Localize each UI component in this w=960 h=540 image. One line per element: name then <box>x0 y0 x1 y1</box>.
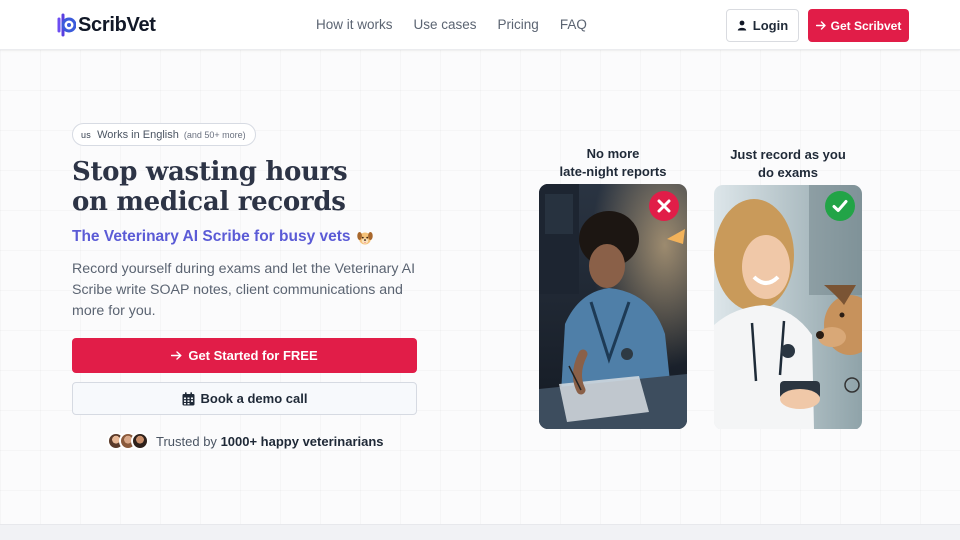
trust-count: 1000+ happy veterinarians <box>220 433 384 449</box>
get-started-free-button[interactable]: Get Started for FREE <box>72 338 417 373</box>
trust-row: Trusted by 1000+ happy veterinarians <box>107 432 384 450</box>
nav-use-cases[interactable]: Use cases <box>414 17 477 32</box>
language-text: Works in English (and 50+ more) <box>97 129 246 141</box>
right-caption-line-1: Just record as you <box>730 147 846 162</box>
calendar-icon <box>182 391 195 405</box>
trust-prefix: Trusted by <box>156 433 217 449</box>
hero-subheadline: The Veterinary AI Scribe for busy vets <box>72 228 373 246</box>
dog-face-icon <box>356 231 373 244</box>
check-icon <box>825 191 855 221</box>
next-section-edge <box>0 524 960 540</box>
left-caption-line-1: No more <box>586 146 640 161</box>
right-caption-line-2: do exams <box>758 165 818 180</box>
happy-vet-photo <box>714 185 862 430</box>
trust-text: Trusted by 1000+ happy veterinarians <box>156 434 384 449</box>
right-card-caption: Just record as you do exams <box>718 146 858 182</box>
hero-description: Record yourself during exams and let the… <box>72 261 416 319</box>
arrow-right-icon <box>815 21 826 30</box>
sound-wave-logo-icon <box>57 13 76 37</box>
nav-pricing[interactable]: Pricing <box>498 17 539 32</box>
book-demo-label: Book a demo call <box>200 391 308 406</box>
left-caption-line-2: late-night reports <box>559 164 667 179</box>
smiling-vet-with-dog-image <box>714 185 862 429</box>
book-demo-button[interactable]: Book a demo call <box>72 382 417 415</box>
headline-line-1: Stop wasting hours <box>72 157 348 187</box>
headline-line-2: on medical records <box>72 187 346 217</box>
main-nav: How it works Use cases Pricing FAQ <box>316 17 587 32</box>
login-label: Login <box>752 18 789 33</box>
avatar <box>131 432 149 450</box>
language-main: Works in English <box>97 128 179 141</box>
get-scribvet-button[interactable]: Get Scribvet <box>808 9 909 42</box>
user-icon <box>737 20 746 31</box>
brand-name: ScribVet <box>78 13 156 36</box>
language-more: (and 50+ more) <box>183 129 246 140</box>
get-scribvet-label: Get Scribvet <box>830 18 902 33</box>
login-button[interactable]: Login <box>726 9 799 42</box>
nav-faq[interactable]: FAQ <box>560 17 587 32</box>
avatar-stack <box>107 432 149 450</box>
brand-logo[interactable]: ScribVet <box>54 12 156 38</box>
x-cross-icon <box>649 191 679 221</box>
arrow-right-icon <box>171 351 182 360</box>
nav-how-it-works[interactable]: How it works <box>316 17 393 32</box>
left-card-caption: No more late-night reports <box>548 145 678 181</box>
language-badge: us Works in English (and 50+ more) <box>72 123 256 146</box>
us-flag-icon: us <box>81 129 92 140</box>
top-navbar: ScribVet How it works Use cases Pricing … <box>0 0 960 50</box>
subheadline-text: The Veterinary AI Scribe for busy vets <box>72 228 351 245</box>
get-started-label: Get Started for FREE <box>188 348 318 363</box>
hero-headline: Stop wasting hours on medical records <box>72 157 432 217</box>
